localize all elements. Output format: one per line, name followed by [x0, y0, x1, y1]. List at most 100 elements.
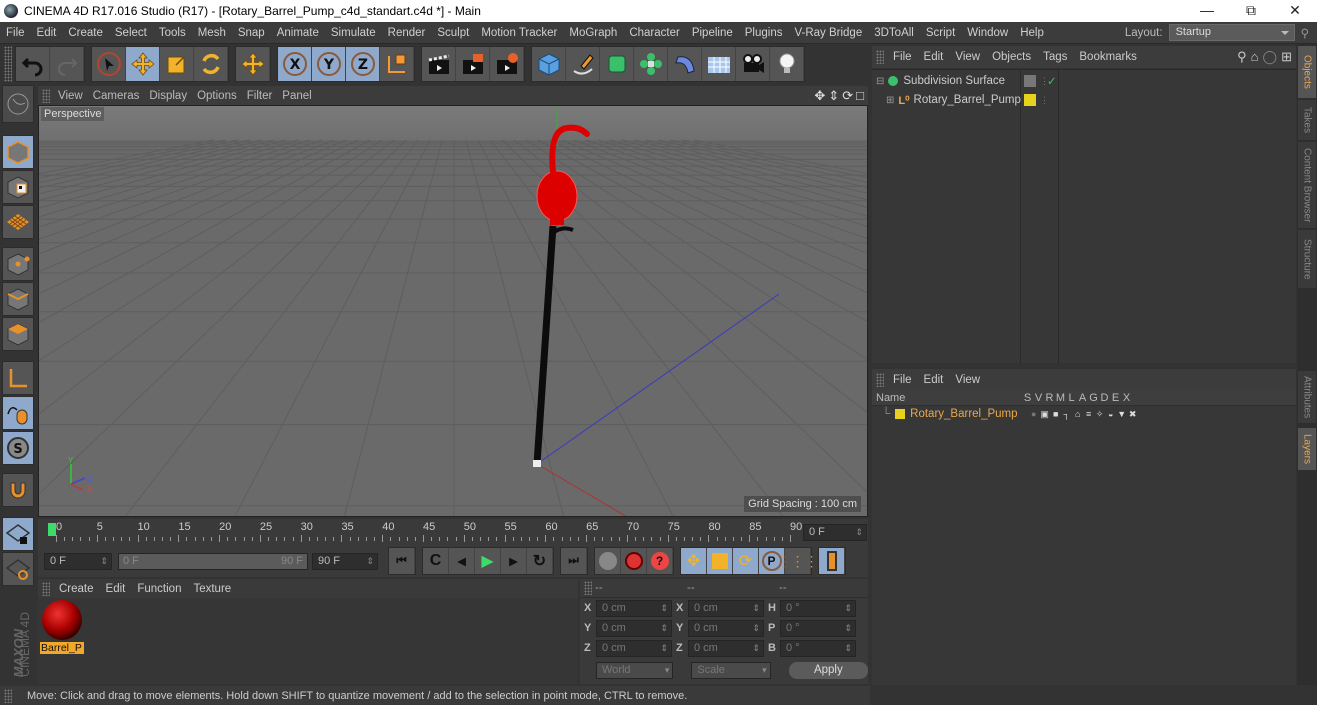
layer-menu-file[interactable]: File: [887, 374, 918, 386]
layer-animation-icon[interactable]: ≡: [1083, 409, 1094, 420]
link-icon[interactable]: ◯: [1263, 49, 1278, 65]
material-menu-edit[interactable]: Edit: [100, 583, 132, 595]
layer-column-v[interactable]: V: [1033, 392, 1044, 404]
tweak-mode-button[interactable]: [2, 396, 34, 430]
size-field[interactable]: 0 cm ⇕: [688, 619, 764, 637]
viewport-grip[interactable]: [42, 88, 50, 103]
menu-character[interactable]: Character: [623, 27, 686, 39]
previous-frame-button[interactable]: ◀: [449, 548, 475, 574]
object-menu-bookmarks[interactable]: Bookmarks: [1073, 51, 1143, 63]
key-position-button[interactable]: ✥: [681, 548, 707, 574]
tab-structure[interactable]: Structure: [1298, 230, 1316, 288]
object-menu-view[interactable]: View: [949, 51, 986, 63]
next-keyframe-button[interactable]: ↻: [527, 548, 553, 574]
menu-snap[interactable]: Snap: [232, 27, 271, 39]
viewport-menu-filter[interactable]: Filter: [242, 90, 278, 102]
tab-attributes[interactable]: Attributes: [1298, 371, 1316, 423]
material-menu-function[interactable]: Function: [131, 583, 187, 595]
enabled-check-icon[interactable]: ✓: [1047, 74, 1057, 88]
make-editable-button[interactable]: [2, 85, 34, 123]
key-rotation-button[interactable]: ⟳: [733, 548, 759, 574]
layer-menu-edit[interactable]: Edit: [918, 374, 950, 386]
x-axis-lock-button[interactable]: X: [278, 47, 312, 81]
previous-keyframe-button[interactable]: C: [423, 548, 449, 574]
editor-visibility-icon[interactable]: [1024, 75, 1036, 87]
texture-mode-button[interactable]: [2, 170, 34, 204]
go-to-start-button[interactable]: ⏮: [389, 548, 415, 574]
next-frame-button[interactable]: ▶: [501, 548, 527, 574]
add-cloner-button[interactable]: [634, 47, 668, 81]
add-camera-button[interactable]: [736, 47, 770, 81]
size-field[interactable]: 0 cm ⇕: [688, 639, 764, 657]
menu-3dtoall[interactable]: 3DToAll: [868, 27, 920, 39]
recent-tool-button[interactable]: [236, 47, 270, 81]
expand-icon[interactable]: ⊞: [886, 95, 894, 106]
menu-select[interactable]: Select: [109, 27, 153, 39]
rotation-field[interactable]: 0 ° ⇕: [780, 639, 856, 657]
layer-column-e[interactable]: E: [1110, 392, 1121, 404]
layer-column-x[interactable]: X: [1121, 392, 1132, 404]
restore-button[interactable]: ⧉: [1229, 0, 1273, 22]
rotate-tool-button[interactable]: [194, 47, 228, 81]
timeline-ruler[interactable]: 0 5 10 15 20 25 30 35 40 45 50 55 60 65 70 75 80 85 90 0 F…: [38, 519, 868, 545]
search-icon[interactable]: ⚲: [1237, 49, 1247, 65]
current-frame-field[interactable]: 0 F ⇕: [803, 524, 867, 541]
solo-button[interactable]: S: [2, 431, 34, 465]
dolly-view-icon[interactable]: ⇕: [828, 88, 839, 104]
object-name[interactable]: Rotary_Barrel_Pump: [914, 94, 1021, 106]
layer-column-name[interactable]: Name: [872, 392, 1022, 404]
start-frame-field[interactable]: 0 F ⇕: [44, 552, 112, 570]
layer-row[interactable]: └ Rotary_Barrel_Pump ● ▣ ■ ┐ ⌂ ≡ ✧ ◒ ▼ ✖: [872, 406, 1296, 422]
spinner-icon[interactable]: ⇕: [100, 554, 108, 569]
autokeying-button[interactable]: ?: [647, 548, 673, 574]
menu-plugins[interactable]: Plugins: [739, 27, 789, 39]
rotation-field[interactable]: 0 ° ⇕: [780, 599, 856, 617]
spinner-icon[interactable]: ⇕: [660, 601, 668, 616]
spinner-icon[interactable]: ⇕: [660, 641, 668, 656]
layer-render-icon[interactable]: ■: [1050, 409, 1061, 420]
z-axis-lock-button[interactable]: Z: [346, 47, 380, 81]
viewport-camera-label[interactable]: Perspective: [41, 107, 105, 121]
layer-generators-icon[interactable]: ✧: [1094, 409, 1105, 420]
key-scale-button[interactable]: [707, 548, 733, 574]
model-mode-button[interactable]: [2, 135, 34, 169]
layer-column-l[interactable]: L: [1066, 392, 1077, 404]
menu-pipeline[interactable]: Pipeline: [686, 27, 739, 39]
add-deformer-button[interactable]: [668, 47, 702, 81]
redo-button[interactable]: [50, 47, 84, 81]
material-swatch[interactable]: Barrel_P: [40, 600, 84, 658]
coordinate-system-button[interactable]: [380, 47, 414, 81]
viewport-menu-view[interactable]: View: [53, 90, 88, 102]
record-active-objects-button[interactable]: [621, 548, 647, 574]
go-to-end-button[interactable]: ⏭: [561, 548, 587, 574]
material-menu-texture[interactable]: Texture: [187, 583, 237, 595]
layer-locked-icon[interactable]: ⌂: [1072, 409, 1083, 420]
layer-grip[interactable]: [876, 373, 884, 387]
edges-mode-button[interactable]: [2, 282, 34, 316]
lock-workplane-button[interactable]: [2, 517, 34, 551]
menu-motion-tracker[interactable]: Motion Tracker: [475, 27, 563, 39]
position-field[interactable]: 0 cm ⇕: [596, 599, 672, 617]
menu-edit[interactable]: Edit: [31, 27, 63, 39]
menu-create[interactable]: Create: [62, 27, 109, 39]
collapse-icon[interactable]: ⊟: [876, 76, 884, 87]
axis-mode-button[interactable]: [2, 361, 34, 395]
layer-xref-icon[interactable]: ✖: [1127, 409, 1138, 420]
coordinate-mode-dropdown[interactable]: World ▾: [596, 662, 674, 679]
scale-tool-button[interactable]: [160, 47, 194, 81]
record-disabled-button[interactable]: [595, 548, 621, 574]
tab-objects[interactable]: Objects: [1298, 46, 1316, 98]
spinner-icon[interactable]: ⇕: [752, 641, 760, 656]
orbit-view-icon[interactable]: ⟳: [842, 88, 853, 104]
rotation-field[interactable]: 0 ° ⇕: [780, 619, 856, 637]
add-spline-button[interactable]: [566, 47, 600, 81]
object-menu-file[interactable]: File: [887, 51, 918, 63]
close-button[interactable]: ✕: [1273, 0, 1317, 22]
menu-render[interactable]: Render: [382, 27, 432, 39]
menu-file[interactable]: File: [0, 27, 31, 39]
object-menu-objects[interactable]: Objects: [986, 51, 1037, 63]
render-view-button[interactable]: [422, 47, 456, 81]
tab-layers[interactable]: Layers: [1298, 428, 1316, 470]
transform-mode-dropdown[interactable]: Scale ▾: [691, 662, 771, 679]
menu-mograph[interactable]: MoGraph: [563, 27, 623, 39]
